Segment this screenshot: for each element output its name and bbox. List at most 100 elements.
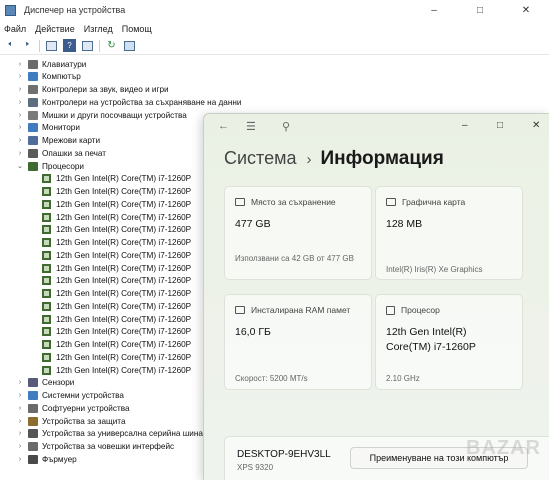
processor-icon [386, 305, 395, 315]
processor-item[interactable]: 12th Gen Intel(R) Core(TM) i7-1260P [42, 364, 191, 376]
tree-category[interactable]: › Монитори [16, 122, 80, 134]
tree-category[interactable]: › Сензори [16, 377, 74, 389]
chevron-right-icon[interactable]: › [16, 86, 24, 93]
tree-category[interactable]: › Компютър [16, 71, 81, 83]
storage-card[interactable]: Място за съхранение 477 GB Използвани са… [224, 186, 372, 280]
tree-category[interactable]: › Устройства за защита [16, 415, 126, 427]
settings-window: ← ☰ ⚲ – □ ✕ Система › Информация Място з… [203, 113, 549, 480]
menu-action[interactable]: Действие [35, 24, 75, 34]
forward-arrow-icon[interactable]: 🢒 [21, 39, 34, 52]
processor-item[interactable]: 12th Gen Intel(R) Core(TM) i7-1260P [42, 224, 191, 236]
chevron-right-icon[interactable]: › [16, 456, 24, 463]
chevron-right-icon[interactable]: › [16, 405, 24, 412]
computer-icon [28, 72, 38, 82]
processor-item[interactable]: 12th Gen Intel(R) Core(TM) i7-1260P [42, 262, 191, 274]
graphics-card[interactable]: Графична карта 128 MB Intel(R) Iris(R) X… [375, 186, 523, 280]
tree-category[interactable]: ⌄ Процесори [16, 160, 84, 172]
tree-category[interactable]: › Опашки за печат [16, 147, 106, 159]
back-arrow-icon[interactable]: 🢐 [3, 39, 16, 52]
minimize-icon[interactable]: – [462, 120, 468, 131]
processor-item[interactable]: 12th Gen Intel(R) Core(TM) i7-1260P [42, 237, 191, 249]
firmware-icon [28, 454, 38, 464]
processor-icon [42, 174, 51, 184]
processor-item[interactable]: 12th Gen Intel(R) Core(TM) i7-1260P [42, 313, 191, 325]
graphics-detail: Intel(R) Iris(R) Xe Graphics [386, 265, 483, 274]
chevron-right-icon[interactable]: › [16, 99, 24, 106]
back-arrow-icon[interactable]: ← [218, 120, 229, 132]
chevron-right-icon[interactable]: › [16, 61, 24, 68]
processor-item[interactable]: 12th Gen Intel(R) Core(TM) i7-1260P [42, 186, 191, 198]
chevron-right-icon[interactable]: › [16, 112, 24, 119]
processor-item[interactable]: 12th Gen Intel(R) Core(TM) i7-1260P [42, 288, 191, 300]
tree-category-label: Мрежови карти [42, 136, 101, 145]
processor-item[interactable]: 12th Gen Intel(R) Core(TM) i7-1260P [42, 300, 191, 312]
tree-category[interactable]: › Контролери на устройства за съхраняване… [16, 96, 241, 108]
processor-icon [42, 352, 51, 362]
tree-category[interactable]: › Софтуерни устройства [16, 402, 130, 414]
processor-icon [42, 199, 51, 209]
storage-card-header: Място за съхранение [235, 197, 336, 207]
toolbar-separator [39, 39, 40, 52]
processor-item-label: 12th Gen Intel(R) Core(TM) i7-1260P [56, 327, 192, 337]
processor-card[interactable]: Процесор 12th Gen Intel(R) Core(TM) i7-1… [375, 294, 523, 390]
monitor-icon [28, 123, 38, 133]
view-icon[interactable] [81, 39, 94, 52]
processor-item[interactable]: 12th Gen Intel(R) Core(TM) i7-1260P [42, 326, 191, 338]
help-icon[interactable]: ? [63, 39, 76, 52]
maximize-icon[interactable]: □ [497, 120, 503, 131]
tree-category-label: Сензори [42, 378, 75, 388]
chevron-right-icon[interactable]: › [16, 124, 24, 131]
menu-file[interactable]: Файл [4, 24, 26, 34]
tree-category-label: Контролери на устройства за съхраняване … [42, 97, 242, 107]
processor-item[interactable]: 12th Gen Intel(R) Core(TM) i7-1260P [42, 249, 191, 261]
processor-item[interactable]: 12th Gen Intel(R) Core(TM) i7-1260P [42, 351, 191, 363]
chevron-right-icon[interactable]: › [16, 379, 24, 386]
search-icon[interactable]: ⚲ [282, 120, 290, 133]
tree-category[interactable]: › Мрежови карти [16, 135, 100, 147]
chevron-right-icon[interactable]: › [16, 392, 24, 399]
chevron-right-icon[interactable]: › [16, 430, 24, 437]
tree-category[interactable]: › Устройства за универсална серийна шина [16, 428, 203, 440]
chevron-right-icon[interactable]: › [16, 73, 24, 80]
processor-icon [42, 276, 51, 286]
device-name: DESKTOP-9EHV3LL [237, 449, 331, 460]
update-driver-icon[interactable]: ↻ [105, 39, 118, 52]
menu-help[interactable]: Помощ [122, 24, 152, 34]
tree-category[interactable]: › Контролери за звук, видео и игри [16, 84, 169, 96]
processor-icon [42, 187, 51, 196]
tree-category[interactable]: › Системни устройства [16, 390, 124, 402]
chevron-right-icon[interactable]: › [16, 443, 24, 450]
maximize-icon[interactable]: □ [457, 0, 503, 20]
breadcrumb-system[interactable]: Система [224, 148, 297, 169]
processor-item[interactable]: 12th Gen Intel(R) Core(TM) i7-1260P [42, 339, 191, 351]
close-icon[interactable]: ✕ [503, 0, 549, 20]
tree-category[interactable]: › Клавиатури [16, 58, 86, 70]
tree-category-label: Монитори [42, 123, 80, 133]
hamburger-menu-icon[interactable]: ☰ [246, 120, 256, 133]
processor-item-label: 12th Gen Intel(R) Core(TM) i7-1260P [56, 263, 192, 273]
chevron-right-icon[interactable]: › [16, 150, 24, 157]
storage-controller-icon [28, 97, 38, 107]
tree-category[interactable]: › Устройства за човешки интерфейс [16, 441, 174, 453]
scan-hardware-icon[interactable] [123, 39, 136, 52]
properties-icon[interactable] [45, 39, 58, 52]
processor-item[interactable]: 12th Gen Intel(R) Core(TM) i7-1260P [42, 275, 191, 287]
menu-view[interactable]: Изглед [84, 24, 113, 34]
chevron-right-icon[interactable]: › [16, 137, 24, 144]
ram-card[interactable]: Инсталирана RAM памет 16,0 ГБ Скорост: 5… [224, 294, 372, 390]
processor-item-label: 12th Gen Intel(R) Core(TM) i7-1260P [56, 365, 192, 375]
processor-item[interactable]: 12th Gen Intel(R) Core(TM) i7-1260P [42, 198, 191, 210]
chevron-right-icon[interactable]: › [16, 418, 24, 425]
software-device-icon [28, 403, 38, 413]
minimize-icon[interactable]: – [411, 0, 457, 20]
close-icon[interactable]: ✕ [532, 120, 540, 131]
tree-category[interactable]: › Фърмуер [16, 453, 77, 465]
system-device-icon [28, 391, 38, 400]
processor-item[interactable]: 12th Gen Intel(R) Core(TM) i7-1260P [42, 211, 191, 223]
processor-item-label: 12th Gen Intel(R) Core(TM) i7-1260P [56, 225, 192, 235]
device-manager-app-icon [5, 4, 16, 16]
chevron-down-icon[interactable]: ⌄ [16, 162, 24, 170]
processor-item[interactable]: 12th Gen Intel(R) Core(TM) i7-1260P [42, 173, 191, 185]
storage-value: 477 GB [235, 218, 271, 230]
tree-category[interactable]: › Мишки и други посочващи устройства [16, 109, 187, 121]
